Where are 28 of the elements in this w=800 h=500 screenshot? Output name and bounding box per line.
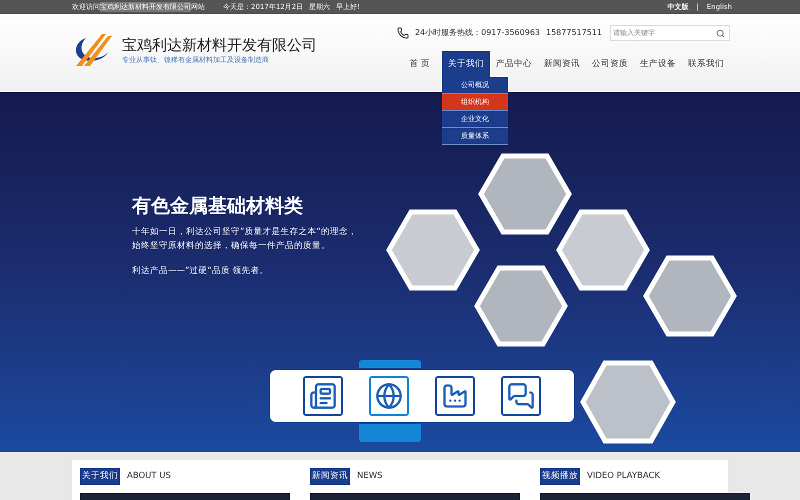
search-icon[interactable] [716, 28, 725, 38]
section-tag: 新闻资讯 [310, 468, 350, 485]
banner-tagline: 利达产品——”过硬“品质 领先者。 [132, 264, 270, 278]
phone-number: 15877517511 [546, 27, 602, 39]
section-title: ABOUT US [127, 470, 171, 483]
globe-icon[interactable] [369, 376, 409, 416]
nav-item[interactable]: 联系我们 [682, 51, 730, 77]
tab-background [359, 424, 421, 442]
banner-text: 始终坚守原材料的选择，确保每一件产品的质量。 [132, 240, 331, 252]
nav-item[interactable]: 关于我们 [442, 51, 490, 77]
company-name: 宝鸡利达新材料开发有限公司 [122, 34, 317, 55]
phone-icon [396, 27, 409, 39]
nav-item[interactable]: 公司资质 [586, 51, 634, 77]
banner-title: 有色金属基础材料类 [132, 194, 304, 219]
section-tag: 关于我们 [80, 468, 120, 485]
banner-text: 十年如一日，利达公司坚守”质量才是生存之本“的理念， [132, 226, 357, 238]
hotline-text: 24小时服务热线：0917-3560963 [414, 27, 540, 39]
section-title: VIDEO PLAYBACK [587, 470, 660, 483]
section-title: NEWS [357, 470, 383, 483]
newspaper-icon[interactable] [303, 376, 343, 416]
factory-icon[interactable] [435, 376, 475, 416]
tab-background [359, 360, 421, 368]
nav-item[interactable]: 产品中心 [490, 51, 538, 77]
nav-item[interactable]: 新闻资讯 [538, 51, 586, 77]
nav-item[interactable]: 生产设备 [634, 51, 682, 77]
section-tag: 视频播放 [540, 468, 580, 485]
chat-icon[interactable] [501, 376, 541, 416]
nav-item[interactable]: 首 页 [397, 51, 442, 77]
